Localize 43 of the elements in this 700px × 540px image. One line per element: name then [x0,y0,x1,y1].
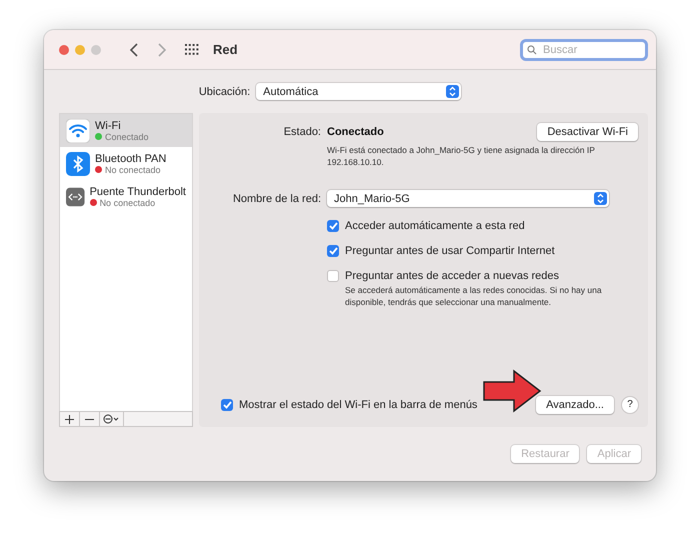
status-value: Conectado [327,126,384,138]
service-item[interactable]: Wi-Fi Conectado [60,114,192,147]
option-label: Mostrar el estado del Wi-Fi en la barra de menús [239,398,478,410]
network-label: Nombre de la red: [232,192,321,204]
back-icon[interactable] [129,42,139,56]
search-icon [527,44,537,54]
service-status: No conectado [105,164,161,174]
toggle-wifi-button[interactable]: Desactivar Wi-Fi [537,123,638,141]
grid-icon[interactable] [185,44,199,56]
status-label: Estado: [282,126,321,138]
option-label: Preguntar antes de usar Compartir Internet [345,244,555,256]
plus-icon [65,414,74,424]
service-status: No conectado [100,198,156,208]
action-icon [103,414,120,424]
bluetooth-icon [66,152,90,176]
stepper-icon [446,85,460,98]
service-name: Bluetooth PAN [95,152,166,164]
forward-icon[interactable] [157,42,167,56]
status-description: Wi-Fi está conectado a John_Mario-5G y tiene asignada la dirección IP 192.168.10.10. [327,144,596,168]
stepper-icon [594,192,607,205]
service-status: Conectado [105,132,149,142]
window-title: Red [213,42,238,57]
checkbox[interactable] [327,270,339,282]
search-field[interactable]: Buscar [520,38,648,60]
location-label: Ubicación: [198,86,250,98]
options-note: Se accederá automáticamente a las redes conocidas. Si no hay una disponible, tendrás que seleccionar una manualmente. [344,284,603,308]
wifi-icon [66,118,90,142]
advanced-button[interactable]: Avanzado... [536,396,614,414]
checkbox[interactable] [327,244,339,256]
bridge-icon [66,184,85,208]
service-item[interactable]: Puente Thunderbolt No conectado [60,180,192,213]
service-name: Wi-Fi [95,120,122,132]
location-dropdown[interactable]: Automática [256,83,462,100]
option-label: Preguntar antes de acceder a nuevas redes [345,270,560,282]
checkbox[interactable] [221,398,233,410]
arrow-icon [482,369,542,413]
checkbox[interactable] [327,220,339,232]
close-icon[interactable] [59,44,69,54]
option-label: Acceder automáticamente a esta red [345,220,525,232]
service-item[interactable]: Bluetooth PAN No conectado [60,147,192,180]
help-button[interactable]: ? [622,396,638,412]
network-dropdown[interactable]: John_Mario-5G [327,190,609,207]
service-name: Puente Thunderbolt [90,186,186,198]
